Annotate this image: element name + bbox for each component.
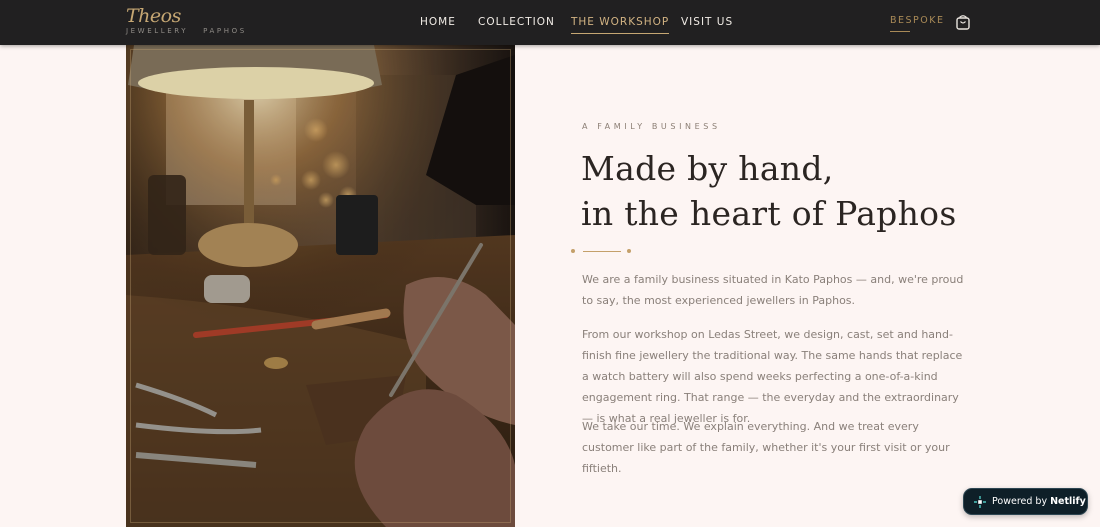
workshop-photo — [126, 45, 515, 527]
heading-line-1: Made by hand, — [581, 149, 834, 188]
netlify-badge[interactable]: Powered by Netlify — [963, 488, 1088, 515]
nav-the-workshop[interactable]: THE WORKSHOP — [571, 16, 670, 34]
divider-dot — [571, 249, 575, 253]
shopping-bag-icon[interactable] — [955, 14, 971, 30]
ornament-divider — [571, 246, 633, 256]
site-header: Theos JEWELLERY PAPHOS HOME COLLECTION TH… — [0, 0, 1100, 45]
nav-collection[interactable]: COLLECTION — [478, 16, 555, 28]
jeweller-at-bench-image — [126, 45, 515, 527]
divider-dot — [627, 249, 631, 253]
paragraph-intro: We are a family business situated in Kat… — [582, 273, 964, 307]
badge-prefix: Powered by — [992, 496, 1048, 507]
heading-line-2: in the heart of Paphos — [581, 194, 957, 233]
bespoke-link[interactable]: BESPOKE — [890, 15, 945, 32]
paragraph-workshop: From our workshop on Ledas Street, we de… — [582, 328, 963, 425]
divider-line — [583, 251, 621, 252]
section-eyebrow: A FAMILY BUSINESS — [582, 122, 721, 131]
badge-name: Netlify — [1050, 496, 1086, 507]
nav-home[interactable]: HOME — [420, 16, 456, 28]
section-heading: Made by hand, in the heart of Paphos — [581, 146, 957, 236]
netlify-badge-text: Powered by Netlify — [992, 496, 1086, 507]
nav-visit-us[interactable]: VISIT US — [681, 16, 733, 28]
netlify-icon — [974, 495, 986, 508]
paragraph-family: We take our time. We explain everything.… — [582, 420, 950, 475]
